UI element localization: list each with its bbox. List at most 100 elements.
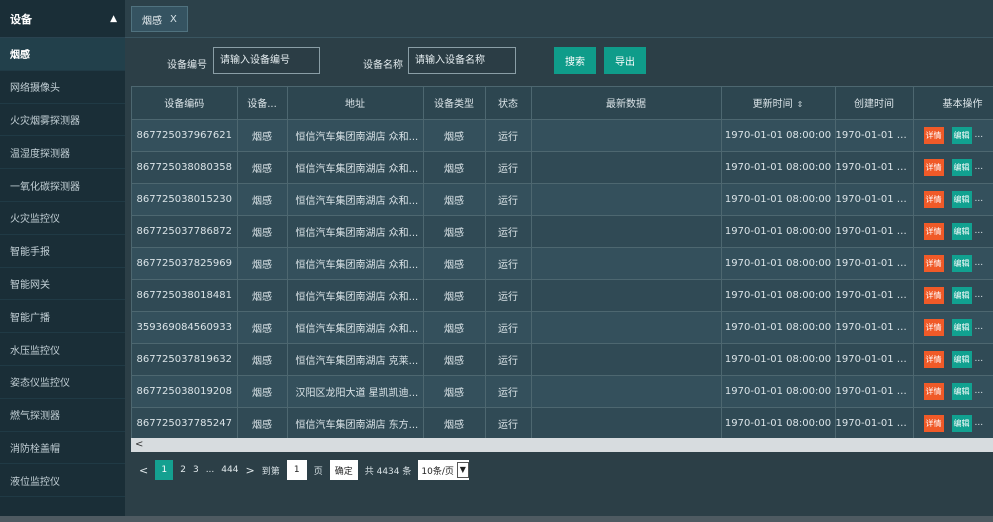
sidebar-list: 烟感 网络摄像头 火灾烟雾探测器 温湿度探测器 一氧化碳探测器 火灾监控仪 智能手报 智能网关… xyxy=(0,38,125,498)
detail-button[interactable]: 详情 xyxy=(923,254,944,272)
close-icon[interactable]: X xyxy=(170,14,177,25)
goto-page-input[interactable] xyxy=(286,460,307,480)
sort-icon[interactable]: ⇕ xyxy=(797,100,804,109)
more-icon[interactable]: ... xyxy=(975,130,984,140)
table-cell: 1970-01-01 08:00:00 xyxy=(721,375,836,408)
page-2[interactable]: 2 xyxy=(180,465,186,475)
edit-button[interactable]: 编辑 xyxy=(951,382,972,400)
table-cell: 烟感 xyxy=(423,343,486,376)
detail-button[interactable]: 详情 xyxy=(923,414,944,432)
table-cell: 1970-01-01 08:00:00 xyxy=(835,247,914,280)
table-cell: 1970-01-01 08:00:00 xyxy=(835,215,914,248)
prev-page-icon[interactable]: < xyxy=(139,464,148,477)
more-icon[interactable]: ... xyxy=(975,258,984,268)
column-header-label: 状态 xyxy=(498,99,518,111)
table-cell: 867725037825969 xyxy=(132,247,238,280)
detail-button[interactable]: 详情 xyxy=(923,126,944,144)
sidebar-item[interactable]: 烟感 xyxy=(0,38,125,71)
detail-button[interactable]: 详情 xyxy=(923,158,944,176)
table-cell: 1970-01-01 08:00:00 xyxy=(835,119,914,152)
more-icon[interactable]: ... xyxy=(975,290,984,300)
device-no-input[interactable] xyxy=(213,47,320,74)
edit-button[interactable]: 编辑 xyxy=(951,414,972,432)
column-header: 设备编码 xyxy=(132,87,238,120)
edit-button[interactable]: 编辑 xyxy=(951,190,972,208)
scroll-left-icon[interactable]: < xyxy=(135,438,143,452)
more-icon[interactable]: ... xyxy=(975,194,984,204)
table-cell: 1970-01-01 08:00:00 xyxy=(721,279,836,312)
sidebar-item[interactable]: 网络摄像头 xyxy=(0,71,125,104)
page-1[interactable]: 1 xyxy=(155,460,174,480)
edit-button[interactable]: 编辑 xyxy=(951,350,972,368)
sidebar-item[interactable]: 燃气探测器 xyxy=(0,399,125,432)
export-button[interactable]: 导出 xyxy=(604,47,646,74)
column-header-label: 设备类型 xyxy=(434,99,474,111)
sidebar-item[interactable]: 消防栓盖帽 xyxy=(0,432,125,465)
table-row: 867725038080358 烟感 恒信汽车集团南湖店 众和... 烟感 运行 1970… xyxy=(132,151,993,184)
detail-button[interactable]: 详情 xyxy=(923,222,944,240)
tab-bar: 烟感 X xyxy=(125,0,993,38)
table-cell xyxy=(531,215,722,248)
row-actions: 详情 编辑... xyxy=(914,158,993,176)
table-cell: 烟感 xyxy=(237,407,288,438)
confirm-button[interactable]: 确定 xyxy=(329,460,358,480)
horizontal-scrollbar[interactable]: < xyxy=(131,438,993,452)
more-icon[interactable]: ... xyxy=(975,386,984,396)
sidebar-item[interactable]: 温湿度探测器 xyxy=(0,136,125,170)
total-count: 共 4434 条 xyxy=(364,466,412,477)
sidebar-item[interactable]: 液位监控仪 xyxy=(0,464,125,498)
sidebar-item[interactable]: 智能网关 xyxy=(0,268,125,301)
table-cell: 烟感 xyxy=(423,151,486,184)
detail-button[interactable]: 详情 xyxy=(923,190,944,208)
next-page-icon[interactable]: > xyxy=(245,464,254,477)
page-3[interactable]: 3 xyxy=(193,465,199,475)
table-cell: 867725038019208 xyxy=(132,375,238,408)
edit-button[interactable]: 编辑 xyxy=(951,158,972,176)
detail-button[interactable]: 详情 xyxy=(923,318,944,336)
sidebar-item[interactable]: 智能广播 xyxy=(0,300,125,334)
column-header: 地址 xyxy=(287,87,424,120)
page-444[interactable]: 444 xyxy=(221,465,238,475)
table-cell: 烟感 xyxy=(237,119,288,152)
sidebar-title: 设备 xyxy=(10,12,32,26)
more-icon[interactable]: ... xyxy=(975,226,984,236)
sidebar-item[interactable]: 一氧化碳探测器 xyxy=(0,169,125,202)
table-cell: 恒信汽车集团南湖店 众和... xyxy=(287,215,424,248)
tab-smoke[interactable]: 烟感 X xyxy=(131,6,188,32)
page-size-select[interactable]: 10条/页 ▼ xyxy=(418,460,469,480)
edit-button[interactable]: 编辑 xyxy=(951,318,972,336)
more-icon[interactable]: ... xyxy=(975,418,984,428)
more-icon[interactable]: ... xyxy=(975,322,984,332)
table-cell: 1970-01-01 08:00:00 xyxy=(721,151,836,184)
chevron-down-icon[interactable]: ▼ xyxy=(456,462,469,478)
edit-button[interactable]: 编辑 xyxy=(951,126,972,144)
actions-cell: 详情 编辑... xyxy=(913,183,993,216)
edit-button[interactable]: 编辑 xyxy=(951,254,972,272)
table-cell: 烟感 xyxy=(237,311,288,344)
table-cell: 359369084560933 xyxy=(132,311,238,344)
sidebar-item[interactable]: 火灾监控仪 xyxy=(0,202,125,235)
sidebar-item[interactable]: 姿态仪监控仪 xyxy=(0,366,125,399)
sidebar-item[interactable]: 水压监控仪 xyxy=(0,333,125,366)
sidebar-item[interactable]: 火灾烟雾探测器 xyxy=(0,104,125,137)
edit-button[interactable]: 编辑 xyxy=(951,286,972,304)
sidebar-header[interactable]: 设备 ▲ xyxy=(0,0,125,38)
detail-button[interactable]: 详情 xyxy=(923,382,944,400)
search-button[interactable]: 搜索 xyxy=(554,47,596,74)
table-cell: 867725038080358 xyxy=(132,151,238,184)
collapse-up-icon[interactable]: ▲ xyxy=(110,14,117,24)
device-name-input[interactable] xyxy=(408,47,516,74)
more-icon[interactable]: ... xyxy=(975,354,984,364)
actions-cell: 详情 编辑... xyxy=(913,311,993,344)
column-header[interactable]: 更新时间 ⇕ xyxy=(721,87,836,120)
sidebar-item[interactable]: 智能手报 xyxy=(0,235,125,268)
table-row: 867725038015230 烟感 恒信汽车集团南湖店 众和... 烟感 运行 1970… xyxy=(132,183,993,216)
more-icon[interactable]: ... xyxy=(975,162,984,172)
table-cell: 867725037786872 xyxy=(132,215,238,248)
detail-button[interactable]: 详情 xyxy=(923,286,944,304)
table-cell: 1970-01-01 08:00:00 xyxy=(721,311,836,344)
table-cell: 运行 xyxy=(485,183,532,216)
edit-button[interactable]: 编辑 xyxy=(951,222,972,240)
detail-button[interactable]: 详情 xyxy=(923,350,944,368)
column-header-label: 地址 xyxy=(345,99,365,111)
